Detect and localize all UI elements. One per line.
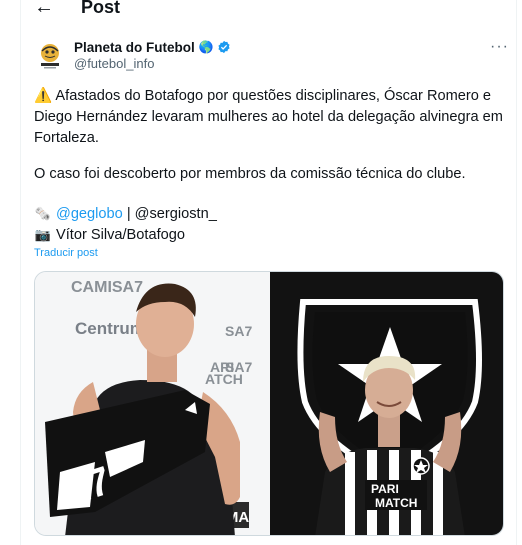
credit-text: | @sergiostn_ [122,206,217,222]
left-photo[interactable]: CAMISA7 SA7 Centrum SA7 ARI ATCH HMA 17 [35,272,270,536]
backdrop-text: Centrum [75,319,145,338]
verified-badge-icon [218,40,230,54]
author-name[interactable]: Planeta do Futebol [74,40,195,55]
sponsor-text: MATCH [375,496,417,510]
sponsor-text: PARI [371,482,399,496]
photo-credit-text: Vítor Silva/Botafogo [56,227,185,243]
tweet-paragraph-2: O caso foi descoberto por membros da com… [34,166,466,182]
backdrop-text: SA7 [225,323,252,339]
right-photo[interactable]: PARI MATCH [270,272,504,536]
top-bar: ← Post [0,0,522,22]
tweet-media[interactable]: CAMISA7 SA7 Centrum SA7 ARI ATCH HMA 17 [34,271,504,536]
globe-emoji-icon: 🌎 [198,40,214,54]
author-handle[interactable]: @futebol_info [74,56,154,71]
translate-post-link[interactable]: Traducir post [34,247,98,259]
back-arrow-icon[interactable]: ← [34,0,54,17]
more-options-icon[interactable]: ··· [490,38,509,56]
tweet-paragraph-1: ⚠️ Afastados do Botafogo por questões di… [34,88,503,146]
avatar[interactable] [33,39,67,73]
credit-line-2: 📷 Vítor Silva/Botafogo [34,225,185,245]
mention-link[interactable]: @geglobo [56,204,123,224]
page-title: Post [81,0,121,17]
newspaper-icon: 🗞️ [34,206,52,221]
camera-icon: 📷 [34,227,52,242]
column-divider-left [20,0,21,545]
column-divider-right [516,0,517,545]
author-name-row: Planeta do Futebol 🌎 [74,39,231,55]
backdrop-text: CAMISA7 [71,279,143,296]
backdrop-text: ATCH [205,371,243,387]
credit-line-1: 🗞️ @geglobo | @sergiostn_ [34,204,217,224]
